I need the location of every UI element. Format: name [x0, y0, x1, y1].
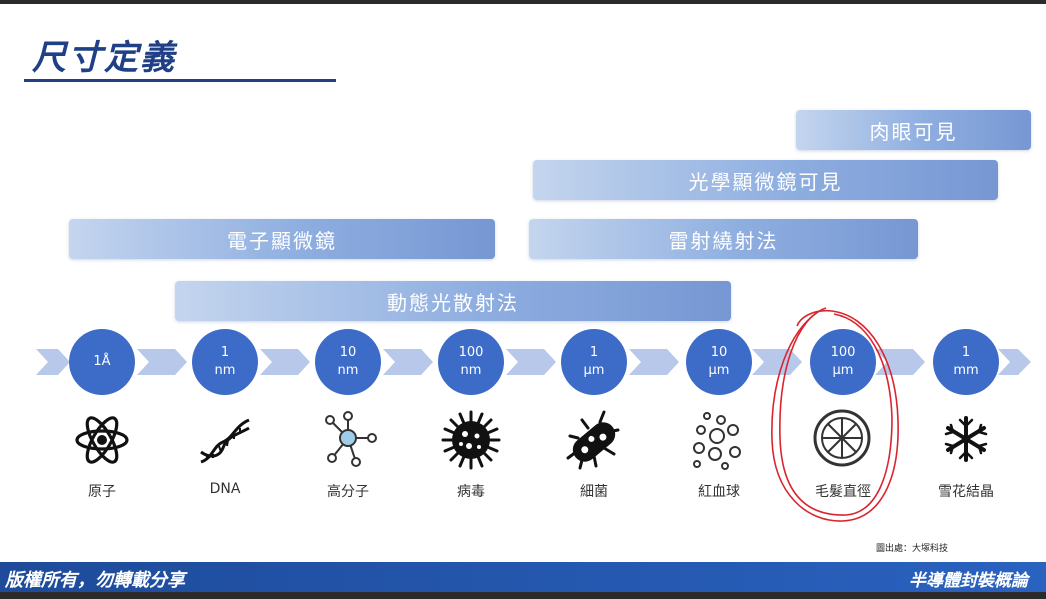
slide: 尺寸定義 肉眼可見 光學顯微鏡可見 電子顯微鏡 雷射繞射法 動態光散射法 1Å … — [0, 0, 1046, 599]
hand-drawn-circle-annotation — [771, 307, 899, 522]
footer-copyright: 版權所有，勿轉載分享 — [5, 570, 185, 591]
footer-course-title: 半導體封裝概論 — [909, 571, 1028, 591]
image-source-note: 圖出處：大塚科技 — [876, 544, 949, 554]
bottom-border — [0, 592, 1046, 599]
footer-bar: 版權所有，勿轉載分享 半導體封裝概論 — [0, 562, 1046, 592]
